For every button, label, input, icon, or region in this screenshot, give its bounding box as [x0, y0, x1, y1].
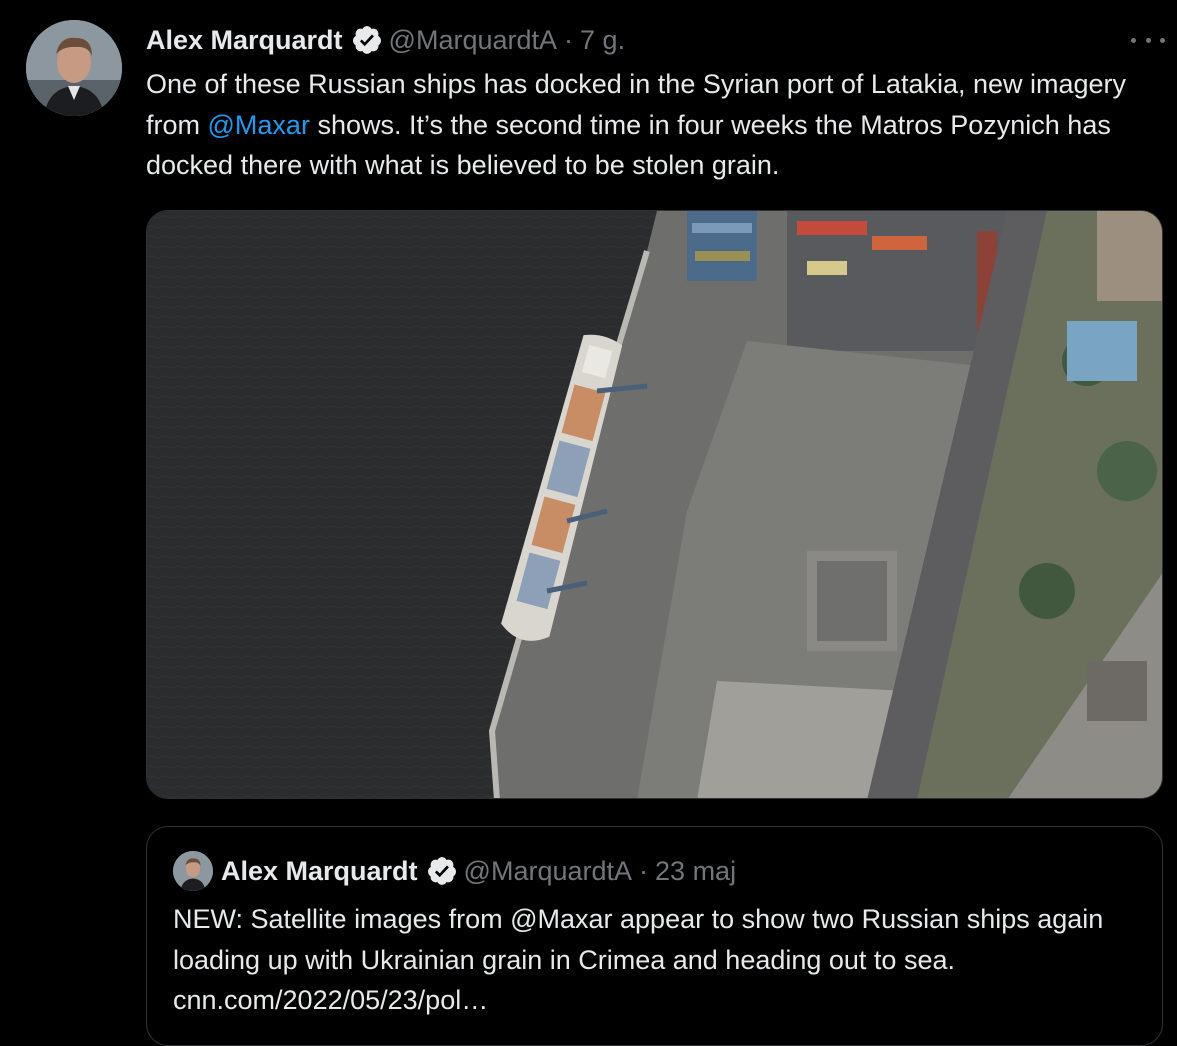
author-handle[interactable]: @MarquardtA: [389, 25, 557, 56]
quoted-author-avatar[interactable]: [173, 851, 213, 891]
tweet-text: One of these Russian ships has docked in…: [146, 64, 1161, 186]
tweet-header: Alex Marquardt @MarquardtA · 7 g.: [146, 22, 625, 58]
tweet-media-image[interactable]: [146, 210, 1163, 799]
mention-link[interactable]: @Maxar: [208, 110, 310, 140]
more-dot: [1160, 37, 1165, 43]
avatar-image: [173, 851, 213, 891]
quoted-author-handle: @MarquardtA: [463, 855, 633, 886]
separator-dot: ·: [564, 24, 574, 55]
tweet-timestamp[interactable]: 7 g.: [580, 25, 625, 56]
verified-badge-icon: [352, 26, 381, 54]
verified-badge-icon: [427, 857, 456, 885]
quoted-tweet[interactable]: Alex Marquardt @MarquardtA · 23 maj NEW:…: [146, 826, 1163, 1046]
quoted-author-name: Alex Marquardt: [221, 855, 418, 886]
author-name[interactable]: Alex Marquardt: [146, 25, 343, 56]
separator-dot: ·: [639, 855, 649, 886]
quoted-tweet-text: NEW: Satellite images from @Maxar appear…: [173, 899, 1133, 1021]
more-dot: [1145, 37, 1151, 43]
quoted-tweet-link[interactable]: cnn.com/2022/05/23/pol…: [173, 980, 1133, 1021]
quoted-tweet-timestamp: 23 maj: [655, 855, 737, 886]
quoted-tweet-body: NEW: Satellite images from @Maxar appear…: [173, 904, 1104, 975]
more-options-icon[interactable]: [1131, 26, 1165, 54]
quoted-tweet-header: Alex Marquardt @MarquardtA · 23 maj: [221, 851, 736, 891]
more-dot: [1131, 37, 1136, 43]
author-avatar[interactable]: [26, 20, 122, 116]
satellite-image: [147, 211, 1162, 798]
avatar-image: [26, 20, 122, 116]
